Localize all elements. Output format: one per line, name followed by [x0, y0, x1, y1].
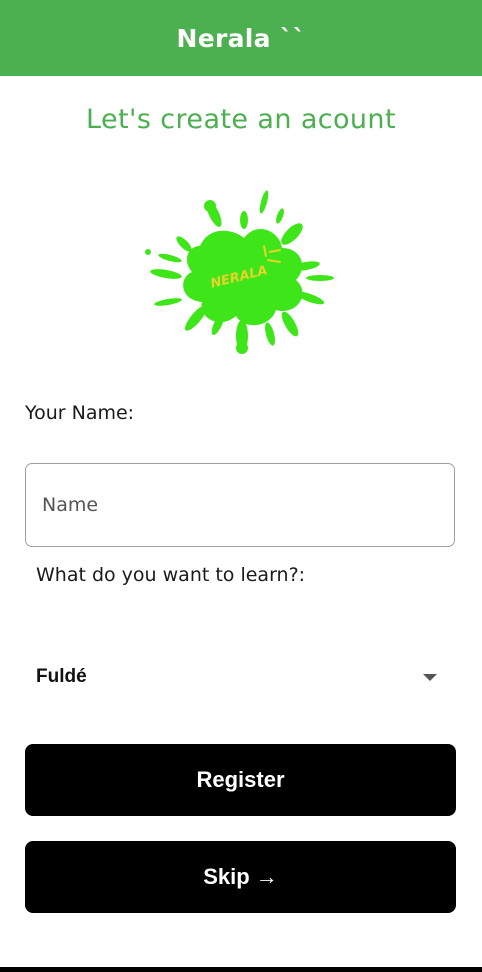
- language-select-value: Fuldé: [36, 666, 87, 687]
- bottom-edge-bar: [0, 967, 482, 972]
- name-input[interactable]: [25, 463, 455, 547]
- nerala-logo: NERALA: [145, 190, 334, 354]
- register-button[interactable]: Register: [25, 744, 456, 816]
- skip-button[interactable]: Skip →: [25, 841, 456, 913]
- learn-label: What do you want to learn?:: [36, 564, 306, 586]
- language-select[interactable]: Fuldé: [36, 656, 440, 698]
- page-title: Let's create an acount: [86, 104, 396, 135]
- name-label: Your Name:: [25, 402, 135, 424]
- dropdown-caret-icon: [423, 673, 437, 681]
- app-bar: Nerala ``: [0, 0, 482, 76]
- app-title: Nerala ``: [176, 23, 306, 53]
